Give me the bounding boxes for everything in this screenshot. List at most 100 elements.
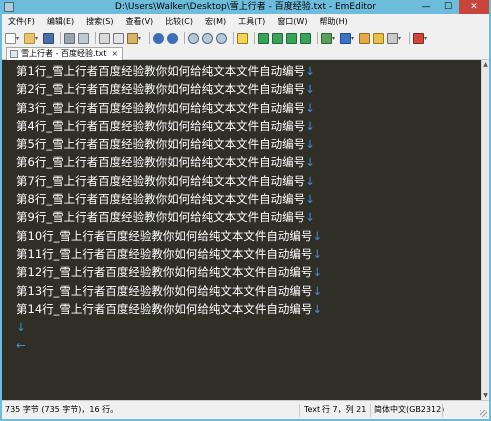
find-prev-icon[interactable] bbox=[216, 32, 227, 44]
view-icon[interactable] bbox=[258, 32, 269, 44]
menu-help[interactable]: 帮助(H) bbox=[313, 14, 353, 30]
editor-line: 第2行_雪上行者百度经验教你如何给纯文本文件自动编号↓ bbox=[16, 80, 322, 98]
editor-line: 第7行_雪上行者百度经验教你如何给纯文本文件自动编号↓ bbox=[16, 172, 322, 190]
chevron-down-icon[interactable]: ▾ bbox=[424, 33, 429, 44]
line-text: 第14行_雪上行者百度经验教你如何给纯文本文件自动编号 bbox=[16, 301, 313, 316]
tools-icon[interactable] bbox=[359, 32, 370, 44]
chevron-down-icon[interactable]: ▾ bbox=[138, 33, 143, 44]
highlight-icon[interactable] bbox=[237, 32, 248, 44]
menu-tools[interactable]: 工具(T) bbox=[232, 14, 271, 30]
status-divider bbox=[299, 404, 300, 417]
chevron-down-icon[interactable]: ▾ bbox=[35, 33, 40, 44]
find-icon[interactable] bbox=[188, 32, 199, 44]
find-next-icon[interactable] bbox=[202, 32, 213, 44]
newline-mark: ↓ bbox=[305, 210, 315, 225]
editor-line: 第12行_雪上行者百度经验教你如何给纯文本文件自动编号↓ bbox=[16, 263, 322, 281]
menu-bar: 文件(F) 编辑(E) 搜索(S) 查看(V) 比较(C) 宏(M) 工具(T)… bbox=[2, 14, 489, 30]
paste-icon[interactable] bbox=[127, 32, 138, 44]
redo-icon[interactable] bbox=[167, 32, 178, 44]
menu-macro[interactable]: 宏(M) bbox=[199, 14, 232, 30]
maximize-button[interactable]: ☐ bbox=[437, 0, 459, 14]
status-position[interactable]: 行 7，列 21 bbox=[322, 401, 366, 419]
status-divider bbox=[370, 404, 371, 417]
line-text: 第8行_雪上行者百度经验教你如何给纯文本文件自动编号 bbox=[16, 192, 306, 207]
copy-icon[interactable] bbox=[113, 32, 124, 44]
toolbar-divider bbox=[95, 32, 96, 44]
open-icon[interactable] bbox=[24, 32, 35, 44]
settings-icon[interactable] bbox=[387, 32, 398, 44]
vertical-scrollbar[interactable]: ▲ ▼ bbox=[481, 60, 489, 400]
status-divider bbox=[442, 404, 443, 417]
line-text: 第2行_雪上行者百度经验教你如何给纯文本文件自动编号 bbox=[16, 82, 306, 97]
menu-file[interactable]: 文件(F) bbox=[2, 14, 41, 30]
chevron-down-icon[interactable]: ▾ bbox=[332, 33, 337, 44]
empty-line-mark: ↓ bbox=[16, 320, 26, 335]
bookmark-icon[interactable] bbox=[321, 32, 332, 44]
line-text: 第10行_雪上行者百度经验教你如何给纯文本文件自动编号 bbox=[16, 228, 313, 243]
newline-mark: ↓ bbox=[312, 246, 323, 261]
macro-icon[interactable] bbox=[340, 32, 351, 44]
chevron-down-icon[interactable]: ▾ bbox=[16, 33, 21, 44]
toolbar-divider bbox=[317, 32, 318, 44]
chevron-down-icon[interactable]: ▾ bbox=[398, 33, 403, 44]
status-size: 735 字节 (735 字节)，16 行。 bbox=[5, 405, 119, 414]
scroll-up-icon[interactable]: ▲ bbox=[482, 60, 489, 69]
text-file-icon bbox=[10, 50, 18, 58]
view-icon[interactable] bbox=[272, 32, 283, 44]
editor-line: 第3行_雪上行者百度经验教你如何给纯文本文件自动编号↓ bbox=[16, 99, 322, 117]
line-text: 第1行_雪上行者百度经验教你如何给纯文本文件自动编号 bbox=[16, 64, 306, 78]
wrap-icon[interactable] bbox=[373, 32, 384, 44]
toolbar-divider bbox=[149, 32, 150, 44]
tab-document[interactable]: 雪上行者 - 百度经验.txt × bbox=[6, 47, 124, 60]
editor-line: 第1行_雪上行者百度经验教你如何给纯文本文件自动编号↓ bbox=[16, 62, 322, 80]
editor-line: 第4行_雪上行者百度经验教你如何给纯文本文件自动编号↓ bbox=[16, 117, 322, 135]
print-preview-icon[interactable] bbox=[78, 32, 89, 44]
tab-close-icon[interactable]: × bbox=[112, 49, 119, 58]
text-editor[interactable]: 第1行_雪上行者百度经验教你如何给纯文本文件自动编号↓ 第2行_雪上行者百度经验… bbox=[2, 60, 481, 400]
chevron-down-icon[interactable]: ▾ bbox=[351, 33, 356, 44]
editor-line: 第9行_雪上行者百度经验教你如何给纯文本文件自动编号↓ bbox=[16, 208, 322, 226]
editor-line: 第13行_雪上行者百度经验教你如何给纯文本文件自动编号↓ bbox=[16, 282, 322, 300]
editor-line: 第11行_雪上行者百度经验教你如何给纯文本文件自动编号↓ bbox=[16, 245, 322, 263]
resize-grip-icon[interactable] bbox=[480, 410, 487, 417]
toolbar: ▾ ▾ ▾ ▾ ▾ ▾ ▾ bbox=[2, 30, 489, 46]
newline-mark: ↓ bbox=[305, 173, 315, 188]
menu-window[interactable]: 窗口(W) bbox=[271, 14, 313, 30]
cut-icon[interactable] bbox=[99, 32, 110, 44]
view-icon[interactable] bbox=[286, 32, 297, 44]
status-mode[interactable]: Text bbox=[304, 401, 320, 419]
status-encoding[interactable]: 简体中文(GB2312) bbox=[374, 401, 444, 419]
plugin-icon[interactable] bbox=[413, 32, 424, 44]
menu-compare[interactable]: 比较(C) bbox=[159, 14, 199, 30]
toolbar-divider bbox=[254, 32, 255, 44]
line-text: 第3行_雪上行者百度经验教你如何给纯文本文件自动编号 bbox=[16, 100, 306, 115]
newline-mark: ↓ bbox=[312, 228, 323, 243]
line-text: 第4行_雪上行者百度经验教你如何给纯文本文件自动编号 bbox=[16, 118, 306, 133]
menu-edit[interactable]: 编辑(E) bbox=[41, 14, 80, 30]
new-icon[interactable] bbox=[5, 32, 16, 44]
newline-mark: ↓ bbox=[312, 265, 323, 280]
editor-window: D:\Users\Walker\Desktop\雪上行者 - 百度经验.txt … bbox=[0, 0, 491, 421]
undo-icon[interactable] bbox=[153, 32, 164, 44]
line-text: 第6行_雪上行者百度经验教你如何给纯文本文件自动编号 bbox=[16, 155, 306, 170]
line-text: 第7行_雪上行者百度经验教你如何给纯文本文件自动编号 bbox=[16, 173, 306, 188]
newline-mark: ↓ bbox=[305, 82, 315, 97]
end-of-file-mark: ← bbox=[16, 338, 26, 353]
title-bar[interactable]: D:\Users\Walker\Desktop\雪上行者 - 百度经验.txt … bbox=[0, 0, 491, 14]
line-text: 第9行_雪上行者百度经验教你如何给纯文本文件自动编号 bbox=[16, 210, 306, 225]
scroll-down-icon[interactable]: ▼ bbox=[482, 391, 489, 400]
toolbar-divider bbox=[60, 32, 61, 44]
newline-mark: ↓ bbox=[305, 192, 315, 207]
close-button[interactable]: ✕ bbox=[459, 0, 489, 14]
save-icon[interactable] bbox=[43, 32, 54, 44]
menu-view[interactable]: 查看(V) bbox=[119, 14, 159, 30]
editor-line: 第5行_雪上行者百度经验教你如何给纯文本文件自动编号↓ bbox=[16, 135, 322, 153]
newline-mark: ↓ bbox=[305, 137, 315, 152]
minimize-button[interactable]: — bbox=[415, 0, 437, 14]
print-icon[interactable] bbox=[64, 32, 75, 44]
view-icon[interactable] bbox=[300, 32, 311, 44]
newline-mark: ↓ bbox=[312, 301, 323, 316]
newline-mark: ↓ bbox=[305, 155, 315, 170]
menu-search[interactable]: 搜索(S) bbox=[80, 14, 119, 30]
editor-line: 第8行_雪上行者百度经验教你如何给纯文本文件自动编号↓ bbox=[16, 190, 322, 208]
